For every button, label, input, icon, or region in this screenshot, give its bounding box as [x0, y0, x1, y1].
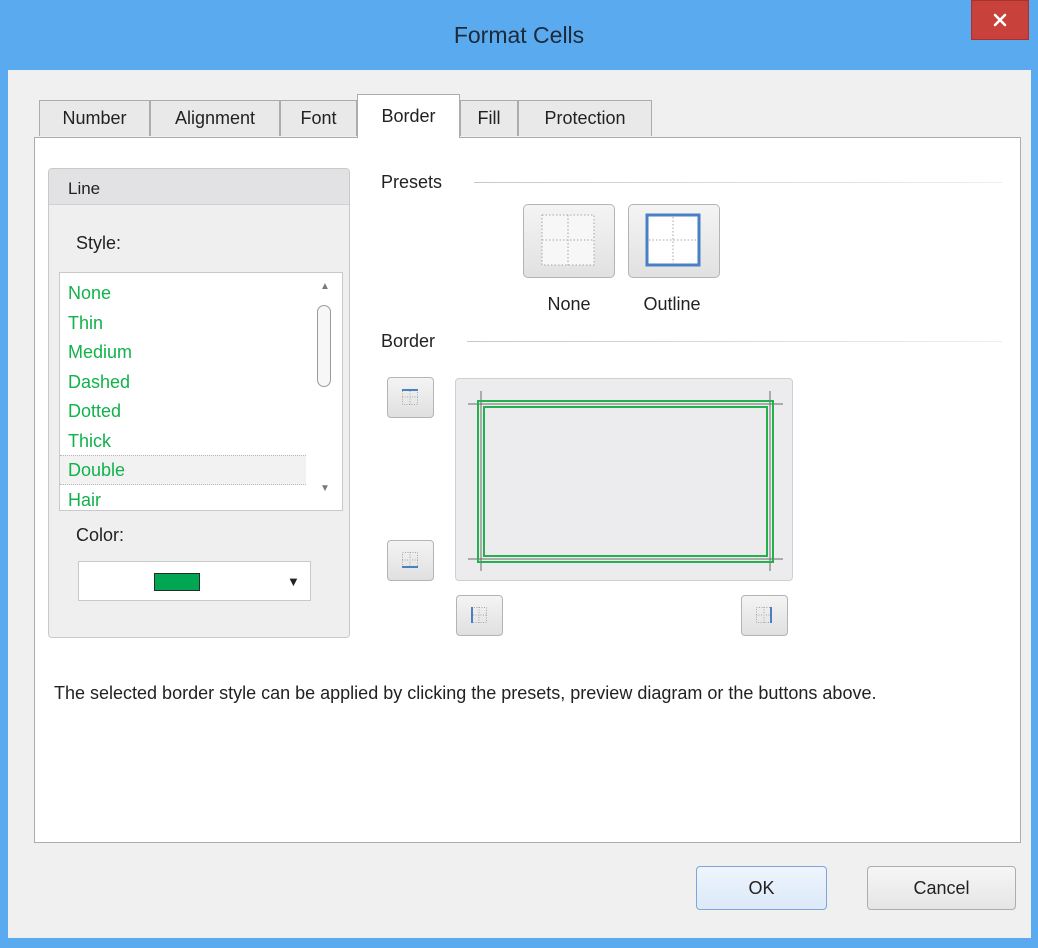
tab-border[interactable]: Border [357, 94, 460, 138]
tab-font[interactable]: Font [280, 100, 357, 136]
border-bottom-button[interactable] [387, 540, 434, 581]
preset-none-button[interactable] [523, 204, 615, 278]
dialog-title: Format Cells [453, 22, 585, 48]
style-option-hair[interactable]: Hair [60, 485, 306, 510]
border-right-button[interactable] [741, 595, 788, 636]
preset-outline-label: Outline [643, 294, 701, 314]
scroll-down-arrow-icon[interactable]: ▼ [318, 481, 332, 495]
ok-button[interactable]: OK [696, 866, 827, 910]
style-option-none[interactable]: None [60, 278, 306, 308]
border-left-button[interactable] [456, 595, 503, 636]
style-option-thin[interactable]: Thin [60, 308, 306, 338]
presets-title: Presets [381, 172, 443, 192]
border-right-icon [756, 607, 772, 623]
preset-outline-icon [645, 213, 701, 267]
style-option-thick[interactable]: Thick [60, 426, 306, 456]
border-bottom-icon [402, 552, 418, 568]
tab-alignment[interactable]: Alignment [150, 100, 280, 136]
dialog-client: Number Alignment Font Border Fill Protec… [8, 70, 1031, 938]
style-option-dashed[interactable]: Dashed [60, 367, 306, 397]
style-option-medium[interactable]: Medium [60, 337, 306, 367]
color-label: Color: [76, 525, 125, 545]
tab-protection[interactable]: Protection [518, 100, 652, 136]
preset-outline-button[interactable] [628, 204, 720, 278]
tab-number[interactable]: Number [39, 100, 150, 136]
style-list-scrollbar[interactable]: ▲ ▼ [308, 273, 342, 510]
border-preview-lines [468, 391, 783, 571]
style-label: Style: [76, 233, 122, 253]
border-separator [467, 341, 1002, 342]
style-list[interactable]: None Thin Medium Dashed Dotted Thick Dou… [59, 272, 343, 511]
presets-separator [474, 182, 1002, 183]
title-bar[interactable]: Format Cells [0, 0, 1038, 70]
close-button[interactable] [971, 0, 1029, 40]
line-group: Line Style: None Thin Medium Dashed Dott… [48, 168, 350, 638]
color-picker[interactable]: ▼ [78, 561, 311, 601]
border-left-icon [471, 607, 487, 623]
border-top-icon [402, 389, 418, 405]
dropdown-arrow-icon[interactable]: ▼ [287, 574, 300, 589]
cancel-button[interactable]: Cancel [867, 866, 1016, 910]
preset-none-icon [541, 214, 595, 266]
style-option-dotted[interactable]: Dotted [60, 396, 306, 426]
scroll-thumb[interactable] [317, 305, 331, 387]
scroll-up-arrow-icon[interactable]: ▲ [318, 279, 332, 293]
style-option-double[interactable]: Double [60, 455, 306, 485]
line-header: Line [49, 169, 349, 205]
tab-fill[interactable]: Fill [460, 100, 518, 136]
info-text: The selected border style can be applied… [54, 683, 877, 703]
tab-content-border: Line Style: None Thin Medium Dashed Dott… [34, 137, 1021, 843]
border-title: Border [381, 331, 436, 351]
border-preview-diagram[interactable] [455, 378, 793, 581]
close-icon [993, 13, 1007, 27]
format-cells-dialog: Format Cells Number Alignment Font Borde… [0, 0, 1038, 948]
preset-none-label: None [547, 294, 591, 314]
border-top-button[interactable] [387, 377, 434, 418]
color-swatch [154, 573, 200, 591]
